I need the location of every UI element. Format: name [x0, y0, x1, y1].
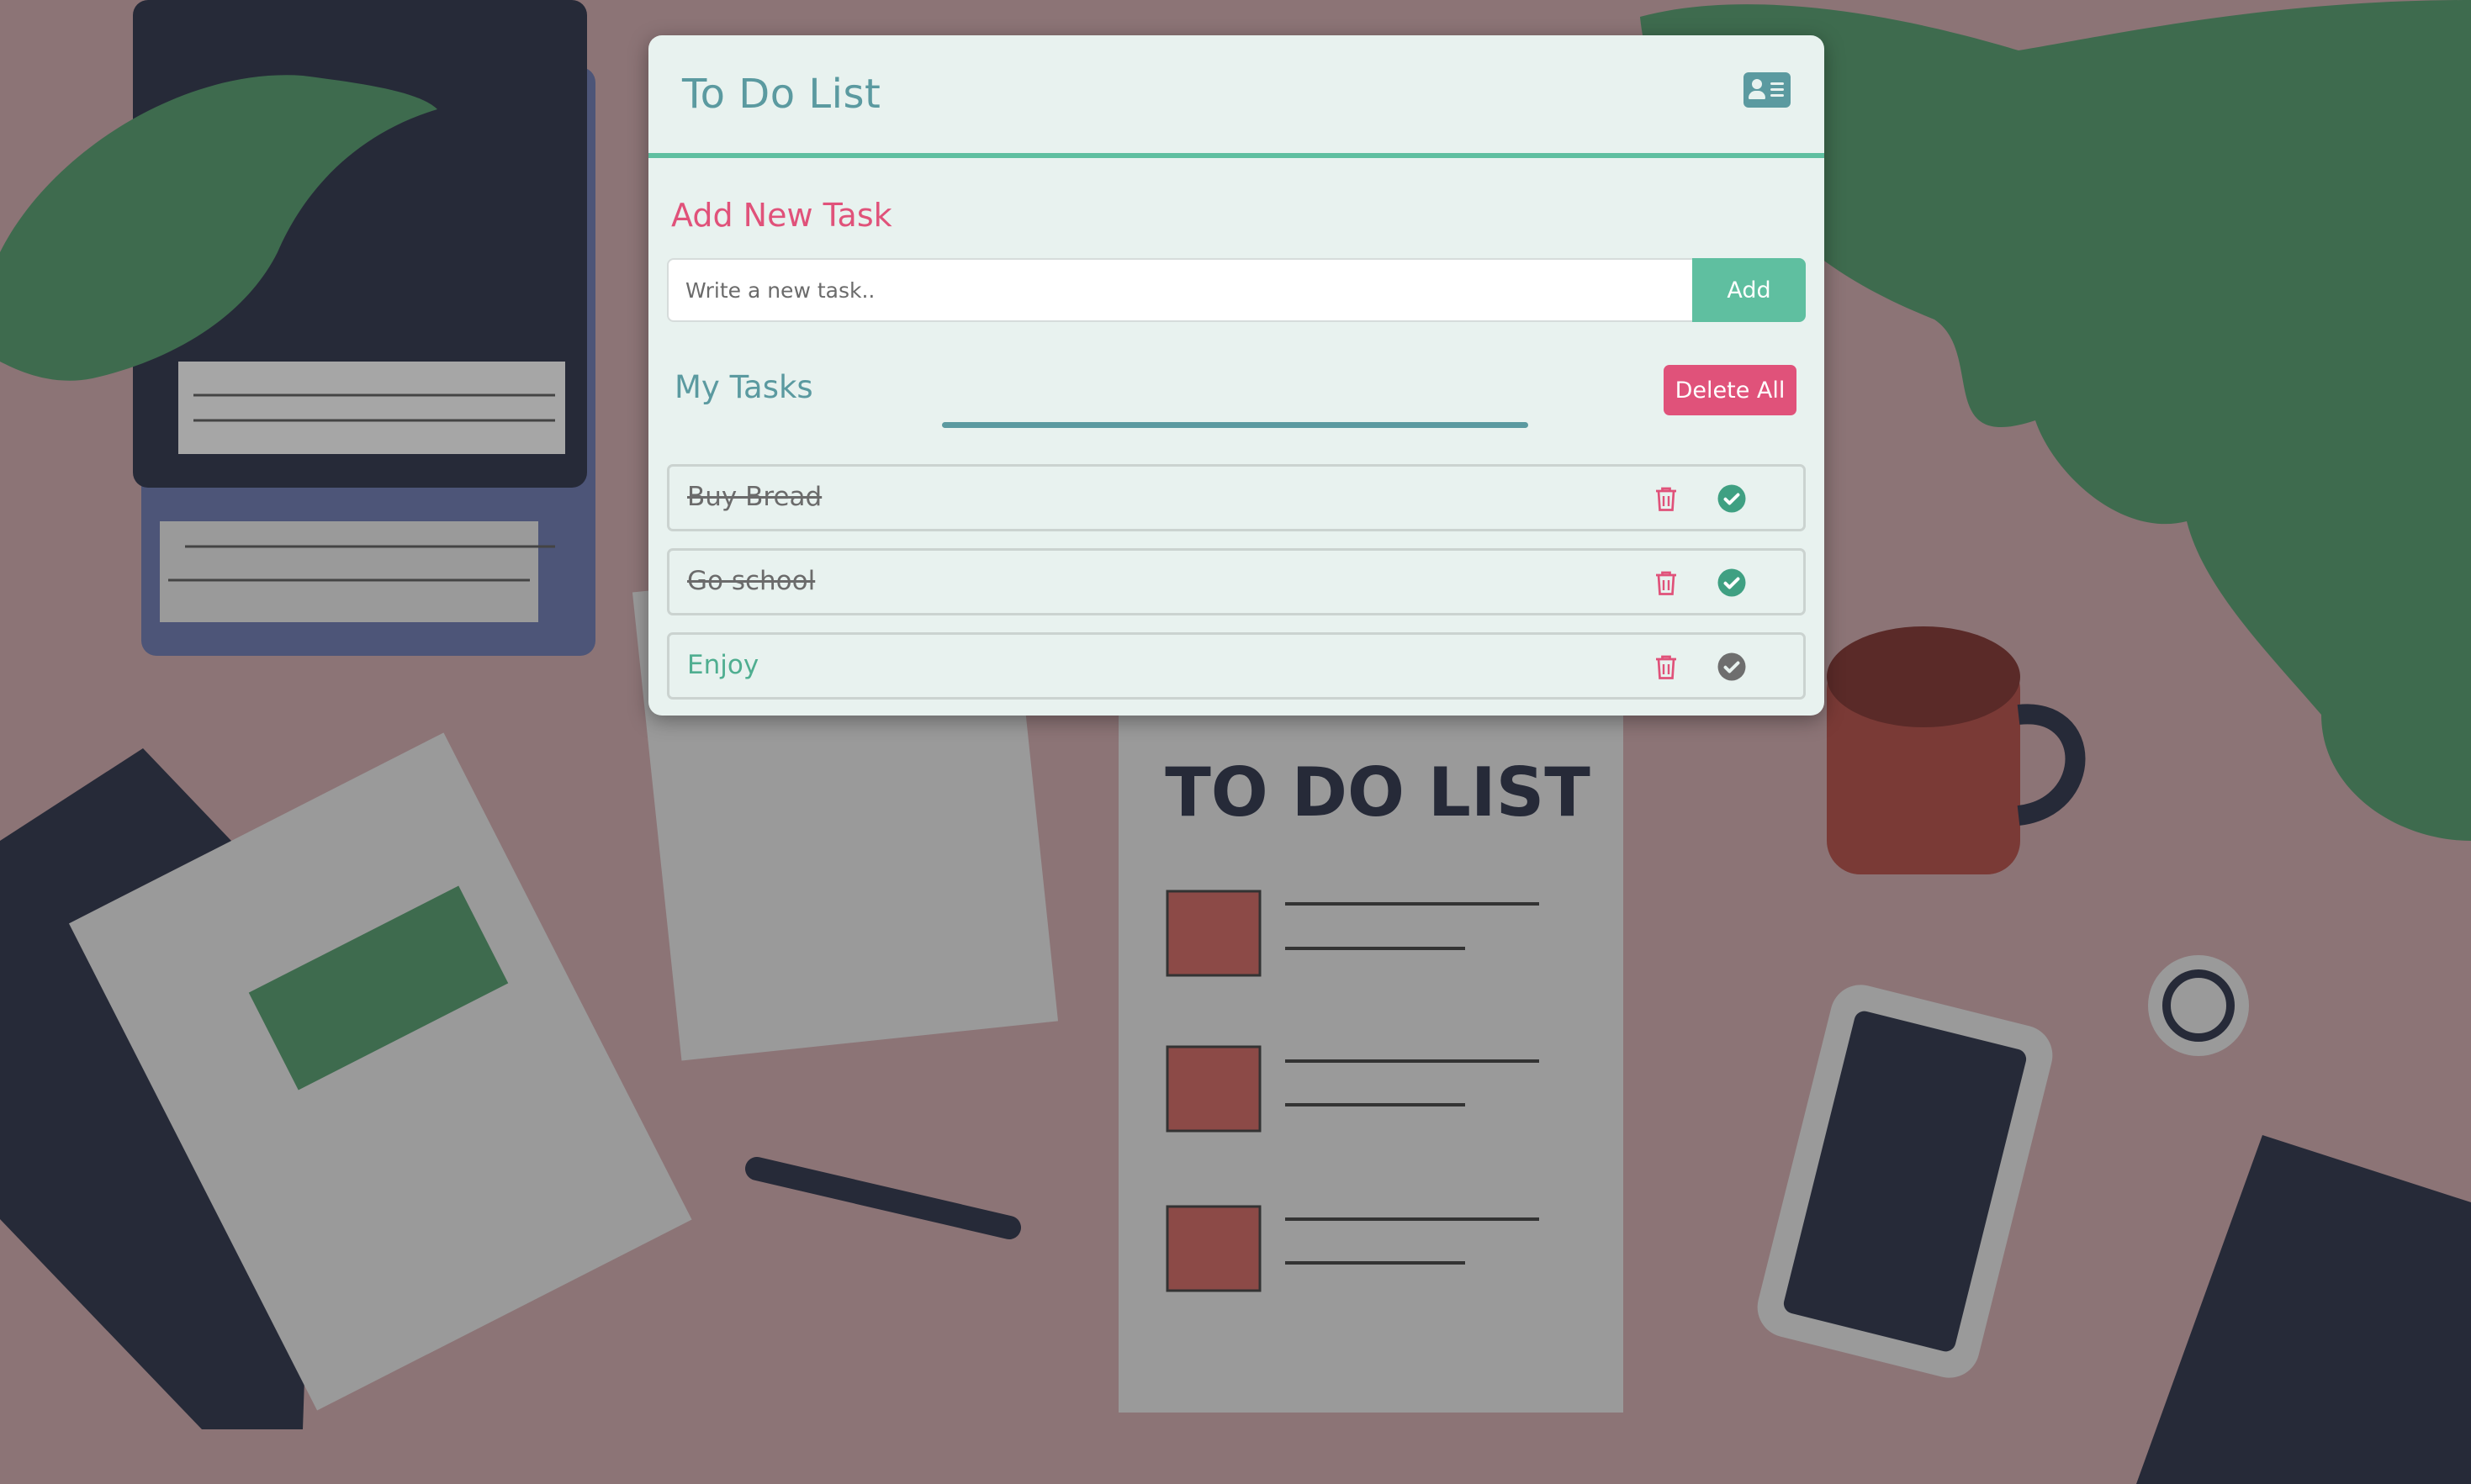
check-circle-icon[interactable] [1717, 483, 1747, 514]
task-list: Buy Bread Go school Enjoy [667, 464, 1806, 716]
delete-all-button[interactable]: Delete All [1664, 365, 1796, 415]
trash-icon[interactable] [1651, 568, 1681, 598]
check-circle-icon[interactable] [1717, 652, 1747, 682]
task-text[interactable]: Enjoy [687, 650, 759, 680]
my-tasks-heading: My Tasks [675, 369, 813, 405]
contact-card-icon[interactable] [1743, 72, 1791, 108]
trash-icon[interactable] [1651, 652, 1681, 682]
app-title: To Do List [682, 71, 881, 118]
check-circle-icon[interactable] [1717, 568, 1747, 598]
add-task-heading: Add New Task [671, 197, 892, 234]
add-task-button[interactable]: Add [1692, 258, 1806, 322]
section-divider [942, 422, 1528, 428]
card-header: To Do List [648, 35, 1824, 158]
trash-icon[interactable] [1651, 483, 1681, 514]
task-item: Go school [667, 548, 1806, 615]
paper-title: TO DO LIST [1165, 753, 1590, 832]
todo-card: To Do List Add New Task Add My Tasks Del… [648, 35, 1824, 716]
task-text[interactable]: Go school [687, 566, 815, 596]
task-text[interactable]: Buy Bread [687, 482, 822, 512]
new-task-input[interactable] [667, 258, 1693, 322]
task-item: Buy Bread [667, 464, 1806, 531]
task-item: Enjoy [667, 632, 1806, 700]
